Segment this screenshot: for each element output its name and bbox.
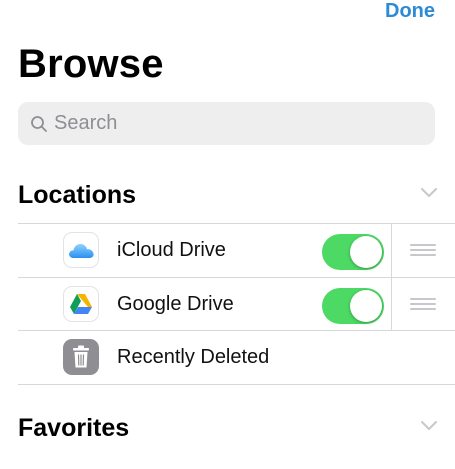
list-item-recently-deleted[interactable]: Recently Deleted <box>0 331 455 384</box>
reorder-handle-icon[interactable] <box>410 298 436 312</box>
google-drive-toggle[interactable] <box>322 288 384 324</box>
page-title: Browse <box>18 42 164 86</box>
list-item-label: Google Drive <box>117 293 234 315</box>
icloud-icon <box>63 232 99 268</box>
favorites-title: Favorites <box>18 414 130 442</box>
toggle-knob <box>350 236 382 268</box>
list-item-icloud-drive[interactable]: iCloud Drive <box>0 224 455 277</box>
chevron-down-icon[interactable] <box>419 185 439 199</box>
search-placeholder: Search <box>54 112 118 134</box>
icloud-drive-toggle[interactable] <box>322 234 384 270</box>
locations-section-header[interactable]: Locations <box>18 181 455 215</box>
list-item-google-drive[interactable]: Google Drive <box>0 278 455 331</box>
reorder-handle-icon[interactable] <box>410 244 436 258</box>
trash-icon <box>63 339 99 375</box>
search-icon <box>31 115 47 132</box>
done-button[interactable]: Done <box>385 0 435 23</box>
search-field[interactable]: Search <box>18 102 435 145</box>
list-item-label: Recently Deleted <box>117 346 270 368</box>
divider <box>391 278 392 331</box>
favorites-section-header[interactable]: Favorites <box>18 414 455 448</box>
google-drive-icon <box>63 286 99 322</box>
locations-title: Locations <box>18 181 137 209</box>
toggle-knob <box>350 290 382 322</box>
divider <box>391 224 392 277</box>
list-item-label: iCloud Drive <box>117 239 226 261</box>
chevron-down-icon[interactable] <box>419 418 439 432</box>
divider <box>18 384 455 385</box>
